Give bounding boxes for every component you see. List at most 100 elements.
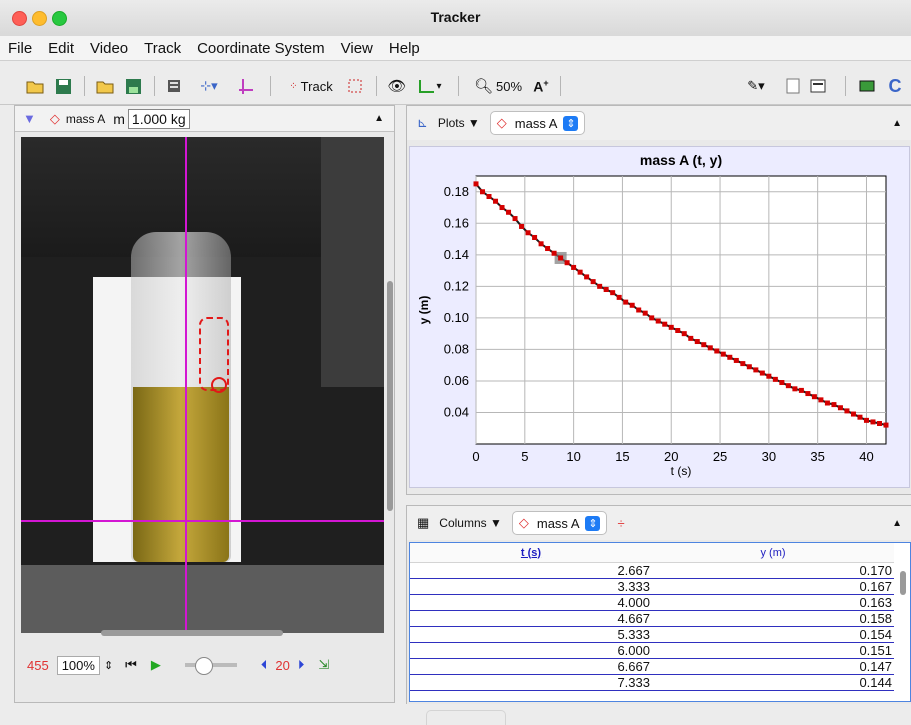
data-point[interactable] [688,335,694,341]
data-point[interactable] [662,321,668,327]
data-point[interactable] [551,250,557,256]
zoom-stepper-icon[interactable]: ⇕ [104,659,113,672]
data-point[interactable] [486,193,492,199]
data-point[interactable] [740,361,746,367]
zoom-field[interactable]: 100% [56,655,100,675]
table-row[interactable]: 5.333 0.154 [410,626,894,643]
data-point[interactable] [857,414,863,420]
data-point[interactable] [850,411,856,417]
visibility-eye-icon[interactable]: 👁 [387,75,407,97]
data-point[interactable] [571,264,577,270]
data-point[interactable] [642,310,648,316]
data-point[interactable] [636,307,642,313]
data-point[interactable] [616,294,622,300]
data-point[interactable] [473,181,479,187]
pencil-icon[interactable]: ✎▾ [742,75,770,97]
column-header-y[interactable]: y (m) [652,543,894,563]
play-icon[interactable]: ▶ [151,657,161,673]
data-point[interactable] [863,417,869,423]
menu-track[interactable]: Track [136,40,189,57]
data-point[interactable] [590,279,596,285]
step-size[interactable]: 20 [275,658,289,673]
data-point[interactable] [655,318,661,324]
footprint-icon[interactable]: ▾ [412,75,448,97]
table-row[interactable]: 6.667 0.147 [410,658,894,675]
data-point[interactable] [844,408,850,414]
playback-slider[interactable] [184,657,237,675]
data-point[interactable] [733,357,739,363]
data-point[interactable] [870,419,876,425]
video-vertical-scrollbar[interactable] [387,281,393,511]
data-point[interactable] [668,324,674,330]
track-type-icon[interactable]: ▼ [23,111,36,126]
data-point[interactable] [707,345,713,351]
data-point[interactable] [824,400,830,406]
data-point[interactable] [629,302,635,308]
data-point[interactable] [558,255,564,261]
table-row[interactable]: 7.333 0.144 [410,674,894,691]
video-horizontal-scrollbar[interactable] [101,630,283,636]
step-forward-icon[interactable]: ⏵ [298,657,305,673]
table-row[interactable]: 4.000 0.163 [410,594,894,611]
open-video-icon[interactable] [94,75,116,97]
save-video-icon[interactable] [122,75,144,97]
data-point[interactable] [675,327,681,333]
data-point[interactable] [584,274,590,280]
plot-collapse-icon[interactable]: ▲ [892,118,902,129]
yt-plot[interactable]: 0 5 10 15 20 25 30 35 40 0.18 0.16 0.14 0.12 0.10 0.08… [410,147,907,485]
table-collapse-icon[interactable]: ▲ [892,518,902,529]
refresh-icon[interactable]: C [885,75,905,97]
data-point[interactable] [512,216,518,222]
data-point[interactable] [779,380,785,386]
data-point[interactable] [649,315,655,321]
menu-view[interactable]: View [333,40,381,57]
data-point[interactable] [538,241,544,247]
data-point[interactable] [831,402,837,408]
collapse-up-icon[interactable]: ▲ [374,113,384,124]
axes-icon[interactable] [236,75,256,97]
columns-menu[interactable]: Columns ▼ [439,516,502,530]
data-point[interactable] [701,342,707,348]
description-icon[interactable] [809,75,827,97]
menu-coordinate-system[interactable]: Coordinate System [189,40,333,57]
data-point[interactable] [493,198,499,204]
data-point[interactable] [577,269,583,275]
data-point[interactable] [564,260,570,266]
plot-area[interactable]: 0 5 10 15 20 25 30 35 40 0.18 0.16 0.14 0.12 0.10 0.08… [409,146,910,488]
open-folder-icon[interactable] [24,75,46,97]
data-point[interactable] [766,373,772,379]
font-size-icon[interactable]: A+ [531,75,551,97]
data-point[interactable] [603,287,609,293]
step-back-icon[interactable]: ⏴ [261,657,268,673]
clip-settings-icon[interactable] [164,75,184,97]
data-point[interactable] [805,391,811,397]
data-point[interactable] [759,370,765,376]
table-row[interactable]: 4.667 0.158 [410,610,894,627]
data-point[interactable] [694,339,700,345]
notes-icon[interactable] [784,75,802,97]
data-point[interactable] [785,383,791,389]
table-row[interactable]: 6.000 0.151 [410,642,894,659]
data-point[interactable] [480,189,486,195]
create-track-button[interactable]: ⁘ Track [281,75,341,97]
data-point[interactable] [818,397,824,403]
data-point[interactable] [506,209,512,215]
menu-video[interactable]: Video [82,40,136,57]
memory-icon[interactable] [857,75,877,97]
autotracker-icon[interactable] [345,75,365,97]
menu-help[interactable]: Help [381,40,428,57]
data-point[interactable] [876,421,882,427]
data-point[interactable] [720,351,726,357]
data-point[interactable] [753,367,759,373]
calibration-tools-icon[interactable]: ⊹▾ [194,75,224,97]
column-header-t[interactable]: t (s) [410,543,652,563]
data-point[interactable] [746,364,752,370]
data-point[interactable] [811,394,817,400]
data-point[interactable] [545,246,551,252]
data-point[interactable] [792,386,798,392]
data-point[interactable] [714,348,720,354]
vertical-axis-line[interactable] [185,137,187,633]
table-row[interactable]: 2.667 0.170 [410,562,894,579]
table-row[interactable]: 3.333 0.167 [410,578,894,595]
data-point[interactable] [727,354,733,360]
